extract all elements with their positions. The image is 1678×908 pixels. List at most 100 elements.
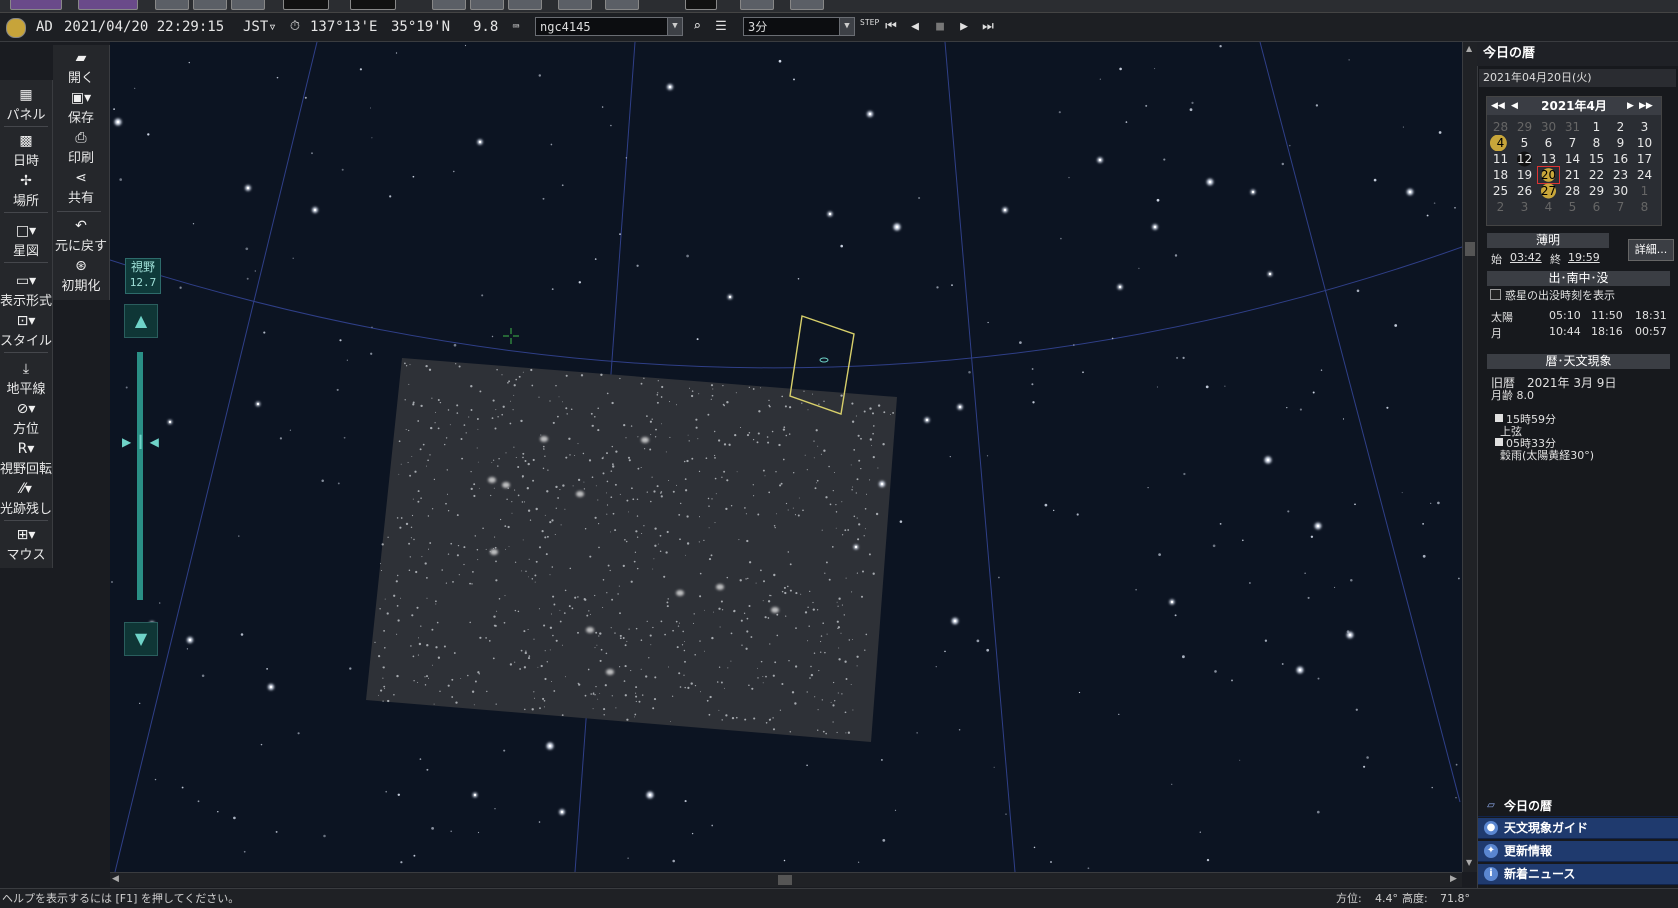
calendar-day[interactable]: 19	[1514, 167, 1535, 183]
toolbar-button[interactable]	[193, 0, 227, 10]
ngc4145-marker[interactable]	[819, 357, 829, 363]
toolbar-button[interactable]	[231, 0, 265, 10]
print-button[interactable]: ⎙ 印刷	[55, 129, 107, 166]
calendar-day[interactable]: 16	[1610, 151, 1631, 167]
calendar-day[interactable]: 24	[1634, 167, 1655, 183]
calendar-day[interactable]: 29	[1586, 183, 1607, 199]
news-tab[interactable]: i 新着ニュース	[1478, 864, 1678, 885]
calendar-day[interactable]: 22	[1586, 167, 1607, 183]
updates-tab[interactable]: ✦ 更新情報	[1478, 841, 1678, 862]
reset-button[interactable]: ⊛ 初期化	[55, 257, 107, 294]
trail-button[interactable]: ⁄⁄▾ 光跡残し	[0, 480, 52, 517]
calendar-day[interactable]: 11	[1490, 151, 1511, 167]
list-icon[interactable]: ☰	[712, 18, 730, 36]
zoom-slider[interactable]	[137, 352, 143, 600]
calendar-day[interactable]: 9	[1610, 135, 1631, 151]
twilight-start[interactable]: 03:42	[1510, 251, 1542, 264]
calendar-day[interactable]: 6	[1586, 199, 1607, 215]
mouse-button[interactable]: ⊞▾ マウス	[0, 526, 52, 563]
calendar-day[interactable]: 7	[1562, 135, 1583, 151]
zoom-out-button[interactable]: ▼	[124, 622, 158, 656]
calendar-day[interactable]: 26	[1514, 183, 1535, 199]
share-button[interactable]: ⋖ 共有	[55, 169, 107, 206]
calendar-day[interactable]: 1	[1586, 119, 1607, 135]
calendar-day[interactable]: 12	[1514, 151, 1535, 167]
open-button[interactable]: ▰ 開く	[55, 49, 107, 86]
calendar-day[interactable]: 20	[1537, 166, 1560, 184]
direction-button[interactable]: ⊘▾ 方位	[0, 400, 52, 437]
timezone-selector[interactable]: JST▿	[243, 19, 277, 35]
clock-icon[interactable]: ⏱	[286, 18, 304, 36]
calendar-day[interactable]: 23	[1610, 167, 1631, 183]
calendar-day[interactable]: 21	[1562, 167, 1583, 183]
calendar-day[interactable]: 30	[1610, 183, 1631, 199]
location-button[interactable]: ✢ 場所	[0, 172, 52, 209]
moon-phase-icon[interactable]	[6, 18, 26, 38]
next-year-icon[interactable]: ▶▶	[1639, 97, 1653, 115]
panel-button[interactable]: ▦ パネル	[0, 86, 52, 123]
step-back-icon[interactable]: ◀	[906, 18, 924, 36]
calendar-day[interactable]: 4	[1490, 135, 1511, 151]
toolbar-button[interactable]	[78, 0, 138, 10]
skip-forward-icon[interactable]: ⏭	[979, 18, 997, 36]
calendar-day[interactable]: 18	[1490, 167, 1511, 183]
step-icon[interactable]: STEP	[860, 19, 879, 27]
calendar-day[interactable]: 27	[1538, 183, 1559, 199]
undo-button[interactable]: ↶ 元に戻す	[55, 217, 107, 254]
calendar-day[interactable]: 1	[1634, 183, 1655, 199]
toolbar-button[interactable]	[10, 0, 62, 10]
chevron-down-icon[interactable]: ▼	[839, 18, 854, 35]
next-month-icon[interactable]: ▶	[1627, 97, 1634, 115]
sky-view[interactable]	[110, 42, 1462, 872]
toolbar-button[interactable]	[432, 0, 466, 10]
calendar-day[interactable]: 28	[1562, 183, 1583, 199]
scroll-up-icon[interactable]: ▲	[1466, 44, 1472, 53]
stop-icon[interactable]: ■	[931, 18, 949, 36]
toolbar-button[interactable]	[558, 0, 592, 10]
latitude-display[interactable]: 35°19'N	[391, 19, 450, 35]
toolbar-button[interactable]	[155, 0, 189, 10]
prev-month-icon[interactable]: ◀	[1511, 97, 1518, 115]
toolbar-button[interactable]	[283, 0, 329, 10]
save-button[interactable]: ▣▾ 保存	[55, 89, 107, 126]
calendar-day[interactable]: 8	[1586, 135, 1607, 151]
chevron-down-icon[interactable]: ▼	[667, 18, 682, 35]
horizon-button[interactable]: ⤓ 地平線	[0, 360, 52, 397]
toolbar-button[interactable]	[508, 0, 542, 10]
calendar-day[interactable]: 10	[1634, 135, 1655, 151]
toolbar-button[interactable]	[350, 0, 396, 10]
calendar-day[interactable]: 29	[1514, 119, 1535, 135]
longitude-display[interactable]: 137°13'E	[310, 19, 377, 35]
toolbar-button[interactable]	[790, 0, 824, 10]
style-button[interactable]: ⊡▾ スタイル	[0, 312, 52, 349]
object-search-input[interactable]: ngc4145 ▼	[535, 17, 683, 36]
play-icon[interactable]: ▶	[955, 18, 973, 36]
calendar-day[interactable]: 17	[1634, 151, 1655, 167]
toolbar-button[interactable]	[605, 0, 639, 10]
scroll-left-icon[interactable]: ◀	[112, 874, 119, 884]
calendar-day[interactable]: 14	[1562, 151, 1583, 167]
calendar-day[interactable]: 7	[1610, 199, 1631, 215]
calendar-day[interactable]: 6	[1538, 135, 1559, 151]
scroll-right-icon[interactable]: ▶	[1450, 874, 1457, 884]
toolbar-button[interactable]	[740, 0, 774, 10]
calendar-day[interactable]: 8	[1634, 199, 1655, 215]
search-icon[interactable]: ⌕	[688, 18, 706, 36]
astro-guide-tab[interactable]: ● 天文現象ガイド	[1478, 818, 1678, 839]
scroll-thumb[interactable]	[778, 875, 792, 885]
calendar-day[interactable]: 15	[1586, 151, 1607, 167]
calendar-day[interactable]: 28	[1490, 119, 1511, 135]
prev-year-icon[interactable]: ◀◀	[1491, 97, 1505, 115]
calendar-day[interactable]: 13	[1538, 151, 1559, 167]
twilight-end[interactable]: 19:59	[1568, 251, 1600, 264]
star-map-button[interactable]: □▾ 星図	[0, 222, 52, 259]
datetime-button[interactable]: ▩ 日時	[0, 132, 52, 169]
details-button[interactable]: 詳細...	[1628, 239, 1674, 261]
vertical-scrollbar[interactable]: ▲ ▼	[1462, 42, 1477, 872]
skip-back-icon[interactable]: ⏮	[882, 18, 900, 36]
calendar-day[interactable]: 3	[1634, 119, 1655, 135]
calendar-day[interactable]: 5	[1514, 135, 1535, 151]
datetime-display[interactable]: 2021/04/20 22:29:15	[64, 19, 224, 35]
calendar-day[interactable]: 2	[1610, 119, 1631, 135]
today-almanac-tab[interactable]: ▱ 今日の暦	[1478, 796, 1678, 817]
